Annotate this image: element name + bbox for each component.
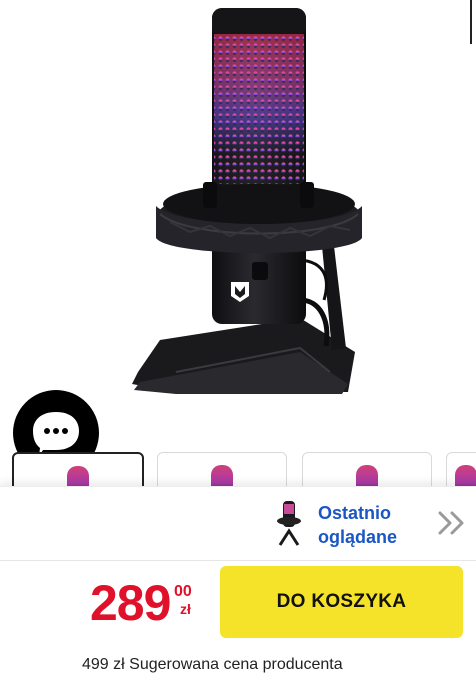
thumbnail-3[interactable] <box>302 452 432 488</box>
chevron-double-right-icon[interactable] <box>436 509 468 537</box>
price-main: 289 <box>90 575 171 631</box>
suggested-price-label: Sugerowana cena producenta <box>129 656 343 673</box>
add-to-cart-button[interactable]: DO KOSZYKA <box>220 566 463 638</box>
thumbnail-4[interactable] <box>446 452 476 488</box>
thumbnail-mic-image <box>455 465 476 488</box>
recently-viewed-bar[interactable]: Ostatnio oglądane <box>0 486 476 560</box>
suggested-price-amount: 499 zł <box>82 656 125 673</box>
product-page: Ostatnio oglądane 289 00 zł DO KOSZYKA 4… <box>0 0 476 699</box>
thumbnail-mic-image <box>356 465 378 488</box>
recently-viewed-thumbnail <box>277 501 301 546</box>
buy-bar: 289 00 zł DO KOSZYKA 499 zł Sugerowana c… <box>0 560 476 699</box>
price-currency: zł <box>180 601 191 617</box>
thumbnail-mic-image <box>211 465 233 488</box>
thumbnail-1[interactable] <box>12 452 144 488</box>
thumbnail-mic-image <box>67 466 89 488</box>
suggested-price: 499 zł Sugerowana cena producenta <box>82 655 343 675</box>
scroll-edge <box>470 0 472 44</box>
product-image[interactable] <box>0 0 476 448</box>
recently-viewed-label-line1: Ostatnio <box>318 503 392 523</box>
thumbnail-strip <box>0 450 476 488</box>
price-cents: 00 <box>174 583 192 600</box>
recently-viewed-label[interactable]: Ostatnio oglądane <box>318 501 428 549</box>
thumbnail-2[interactable] <box>157 452 287 488</box>
recently-viewed-label-line2: oglądane <box>318 527 398 547</box>
